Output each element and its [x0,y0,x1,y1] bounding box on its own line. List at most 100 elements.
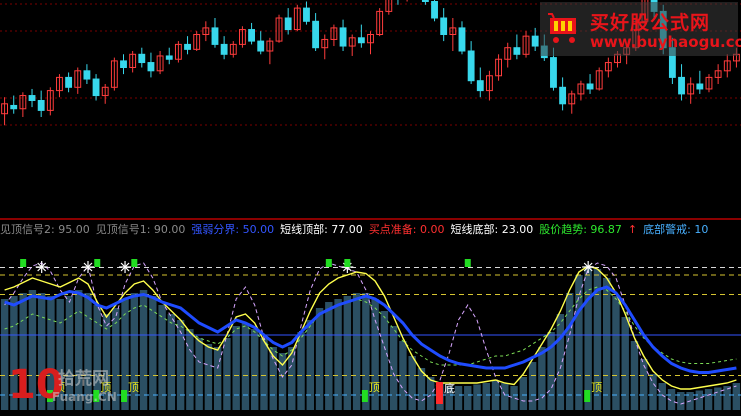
candle-body [284,17,292,31]
candle-body [65,76,73,88]
candle-body [184,43,191,50]
green-signal-marker [20,259,27,267]
candle-body [211,27,219,45]
legend-item: 短线底部: 23.00 [450,223,534,236]
histogram-bar [473,384,481,410]
candle-body [531,35,539,47]
histogram-bar [621,317,629,410]
candle-body [431,1,438,19]
candle-body [440,17,448,35]
indicator-legend-bar: 见顶信号2: 95.00 见顶信号1: 90.00 强弱分界: 50.00 短线顶部:… [0,221,741,239]
panel-divider [0,218,741,220]
histogram-bar [241,323,250,410]
histogram-bar [306,320,314,410]
histogram-bar [602,278,611,410]
green-signal-marker [131,259,138,267]
candle-body [476,80,484,92]
shopping-cart-icon [548,13,576,43]
green-signal-marker [464,259,471,267]
legend-item: ↑ [627,223,638,236]
legend-item: 买点准备: 0.00 [368,223,445,236]
green-signal-marker [344,259,351,267]
legend-item: 强弱分界: 50.00 [191,223,275,236]
histogram-bar [251,329,259,410]
histogram-bar [139,290,148,410]
histogram-bar [232,326,240,410]
histogram-bar [352,293,361,410]
top-signal-text: 顶 [591,381,602,394]
candle-body [248,29,256,42]
histogram-bar [186,329,194,410]
top-signal-bar [361,390,368,402]
histogram-bar [528,362,537,410]
histogram-bar [408,356,416,410]
histogram-bar [612,296,620,410]
candle-body [467,50,475,82]
candle-body [513,47,521,55]
histogram-bar [158,305,166,410]
histogram-bar [454,386,463,410]
histogram-bar [649,374,657,410]
histogram-bar [695,390,704,410]
bottom-signal-bar [435,382,443,404]
candle-body [28,95,36,102]
histogram-bar [343,296,352,410]
legend-item: 见顶信号1: 90.00 [95,223,186,236]
candle-body [357,37,365,44]
watermark-url: www.buyhaogu.com [590,33,741,51]
histogram-bar [723,386,731,410]
candle-body [220,43,228,55]
candle-body [559,86,567,105]
histogram-bar [260,338,268,410]
candle-body [678,76,685,95]
chart-window: 买好股公式网 www.buyhaogu.com 见顶信号2: 95.00见顶信号… [0,0,741,416]
candle-body [138,53,146,64]
watermark-url-bottom: Fuang.CN [52,390,117,404]
top-signal-star-marker [582,261,595,273]
candle-body [696,83,704,90]
candle-body [10,104,18,110]
histogram-bar [732,383,741,410]
candle-body [458,27,466,52]
histogram-bar [501,383,509,410]
histogram-bar [204,344,213,410]
top-signal-text: 顶 [369,381,380,394]
candle-body [312,20,320,49]
watermark-buyhaogu: 买好股公式网 www.buyhaogu.com [540,2,741,56]
candle-body [421,0,429,2]
histogram-bar [464,386,472,410]
top-signal-bar [584,390,591,402]
green-signal-marker [94,259,101,267]
histogram-bar [510,386,518,410]
histogram-bar [389,326,398,410]
histogram-bar [575,275,583,410]
legend-item: 底部警戒: 10 [643,223,709,236]
histogram-bar [704,389,713,410]
candle-body [92,78,100,97]
candle-body [120,60,127,69]
histogram-bar [176,320,185,410]
legend-item: 股价趋势: 96.87 [539,223,622,236]
candle-body [303,7,310,22]
histogram-bar [223,338,231,410]
legend-item: 见顶信号2: 95.00 [0,223,90,236]
histogram-bar [482,383,490,410]
candle-body [37,100,45,111]
candle-body [339,27,347,47]
histogram-bar [427,377,435,410]
candle-body [257,40,265,52]
histogram-bar [334,299,342,410]
candle-body [165,55,173,60]
histogram-bar [325,302,333,410]
legend-item: 短线顶部: 77.00 [280,223,363,236]
top-signal-star-marker [119,261,132,273]
watermark-title-bottom: 拾荒网 [58,369,109,389]
bottom-signal-text: 底 [444,381,455,395]
top-signal-star-marker [35,261,48,273]
candle-body [147,62,155,72]
green-signal-marker [325,259,332,267]
candle-body [550,57,557,88]
histogram-bar [195,338,203,410]
histogram-bar [213,347,222,410]
candle-body [83,70,91,80]
